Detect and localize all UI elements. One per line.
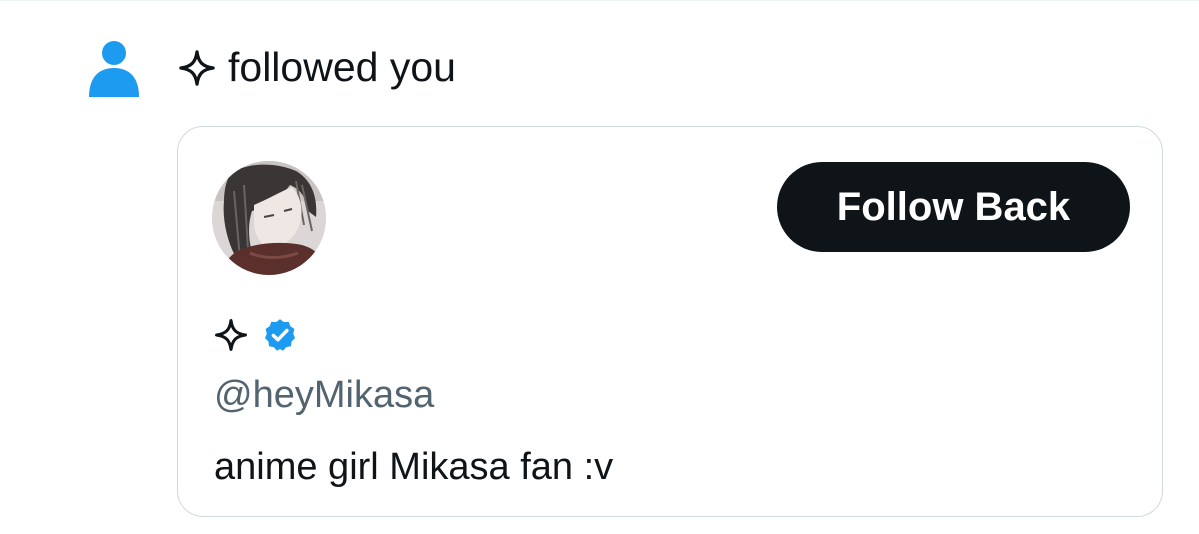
user-bio: anime girl Mikasa fan :v: [214, 446, 614, 488]
profile-avatar[interactable]: [212, 161, 326, 275]
notification-action-text: followed you: [228, 44, 456, 90]
verified-badge-icon[interactable]: [262, 317, 298, 353]
display-name[interactable]: [214, 315, 298, 355]
top-divider: [0, 0, 1199, 1]
user-handle[interactable]: @heyMikasa: [214, 373, 434, 417]
notification-headline: followed you: [178, 42, 456, 92]
follow-back-button[interactable]: Follow Back: [777, 162, 1130, 252]
person-icon: [88, 40, 140, 98]
sparkle-icon[interactable]: [178, 48, 216, 86]
sparkle-icon: [214, 318, 248, 352]
user-card[interactable]: Follow Back @heyMikasa anime girl Mikasa…: [177, 126, 1163, 517]
